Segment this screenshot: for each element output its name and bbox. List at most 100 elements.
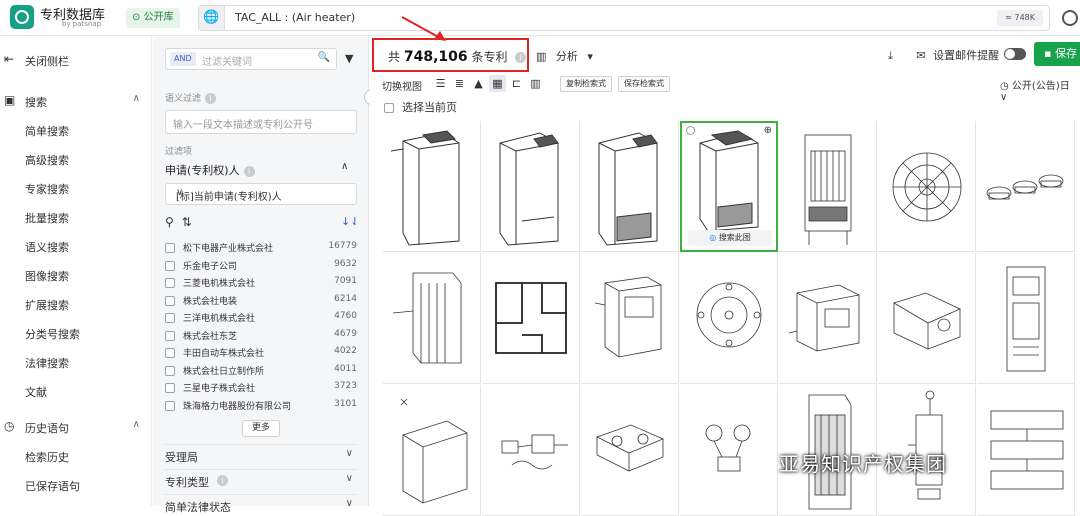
nav-item-saved-queries[interactable]: 已保存语句	[0, 475, 152, 497]
checkbox[interactable]	[165, 348, 175, 358]
checkbox[interactable]	[165, 366, 175, 376]
list-view-icon[interactable]: ☰	[432, 75, 449, 92]
patent-image-card[interactable]	[779, 121, 877, 252]
nav-item-expert-search[interactable]: 专家搜索	[0, 178, 152, 200]
nav-item-legal-search[interactable]: 法律搜索	[0, 352, 152, 374]
nav-item-extended-search[interactable]: 扩展搜索	[0, 294, 152, 316]
patent-image-card[interactable]	[581, 253, 679, 384]
patent-image-card[interactable]	[482, 385, 580, 516]
nav-item-search-history[interactable]: 检索历史	[0, 446, 152, 468]
checkbox[interactable]	[165, 243, 175, 253]
save-button[interactable]: ▪ 保存	[1034, 42, 1080, 66]
checkbox[interactable]	[165, 383, 175, 393]
applicant-row[interactable]: 株式会社日立制作所 4011	[165, 363, 357, 380]
info-icon[interactable]: i	[515, 52, 527, 63]
public-database-button[interactable]: ⊙ 公开库	[126, 8, 180, 28]
applicant-type-select[interactable]: [标]当前申请(专利权)人 ∨	[165, 183, 357, 205]
query-search-box[interactable]: 🌐 TAC_ALL : (Air heater) ≈ 748K	[198, 5, 1050, 31]
nav-item-advanced-search[interactable]: 高级搜索	[0, 149, 152, 171]
patent-image-card-selected[interactable]: ⊕ ◎ 搜索此图	[680, 121, 778, 252]
patent-image-card[interactable]	[779, 253, 877, 384]
chart-view-icon[interactable]: ▥	[527, 75, 544, 92]
applicant-row[interactable]: 株式会社东芝 4679	[165, 328, 357, 345]
nav-item-image-search[interactable]: 图像搜索	[0, 265, 152, 287]
nav-section-history[interactable]: ◷ 历史语句 ∧	[0, 417, 152, 439]
chevron-up-icon[interactable]: ∧	[341, 161, 348, 172]
compact-view-icon[interactable]: ⊏	[508, 75, 525, 92]
globe-icon[interactable]: 🌐	[199, 6, 225, 30]
collapse-sidebar-button[interactable]: ⇤ 关闭侧栏	[0, 50, 152, 72]
patent-image-card[interactable]	[383, 253, 481, 384]
sort-descending-icon[interactable]: ↓⇃	[341, 215, 359, 228]
patent-image-card[interactable]	[977, 253, 1075, 384]
and-operator-tag[interactable]: AND	[170, 52, 196, 66]
filter-section-patent-type[interactable]: 专利类型 i ∨	[165, 469, 357, 489]
image-view-icon[interactable]: ▲	[470, 75, 487, 92]
patent-image-card[interactable]	[878, 121, 976, 252]
patent-image-card[interactable]	[482, 253, 580, 384]
table-view-icon[interactable]: ≣	[451, 75, 468, 92]
checkbox[interactable]	[165, 401, 175, 411]
zoom-in-icon[interactable]: ⊕	[764, 125, 772, 136]
applicant-row[interactable]: 乐金电子公司 9632	[165, 258, 357, 275]
sort-by-date-dropdown[interactable]: ◷ 公开(公告)日 ∨	[1000, 77, 1080, 103]
checkbox[interactable]	[384, 103, 394, 113]
checkbox[interactable]	[165, 278, 175, 288]
nav-item-classification-search[interactable]: 分类号搜索	[0, 323, 152, 345]
patent-image-card[interactable]	[482, 121, 580, 252]
applicant-filter-title[interactable]: 申请(专利权)人 i	[165, 162, 255, 178]
nav-item-batch-search[interactable]: 批量搜索	[0, 207, 152, 229]
air-purifier-drawing	[499, 132, 559, 246]
applicant-row[interactable]: 丰田自动车株式会社 4022	[165, 345, 357, 362]
user-icon[interactable]	[1062, 10, 1078, 26]
email-alert-toggle[interactable]	[1004, 48, 1026, 60]
sort-icon[interactable]: ⇅	[182, 215, 192, 229]
patent-image-card[interactable]	[878, 253, 976, 384]
query-text[interactable]: TAC_ALL : (Air heater)	[235, 11, 355, 24]
patent-image-card[interactable]	[581, 385, 679, 516]
analysis-dropdown[interactable]: ▥ 分析 ▾	[536, 48, 593, 64]
search-this-image-button[interactable]: ◎ 搜索此图	[688, 230, 772, 246]
semantic-filter-input[interactable]: 输入一段文本描述或专利公开号	[165, 110, 357, 134]
download-icon[interactable]: ⤓	[888, 49, 893, 62]
patent-image-card[interactable]	[977, 121, 1075, 252]
filter-section-office[interactable]: 受理局 ∨	[165, 444, 357, 464]
checkbox[interactable]	[165, 296, 175, 306]
nav-item-simple-search[interactable]: 简单搜索	[0, 120, 152, 142]
applicant-row[interactable]: 三洋电机株式会社 4760	[165, 310, 357, 327]
checkbox[interactable]	[165, 313, 175, 323]
select-current-page[interactable]: 选择当前页	[384, 99, 457, 115]
save-query-button[interactable]: 保存检索式	[618, 76, 670, 92]
patent-image-card[interactable]	[680, 253, 778, 384]
nav-item-literature[interactable]: 文献	[0, 381, 152, 403]
copy-query-button[interactable]: 复制检索式	[560, 76, 612, 92]
email-alert-label[interactable]: 设置邮件提醒	[933, 49, 999, 62]
checkbox[interactable]	[165, 261, 175, 271]
nav-section-search[interactable]: ▣ 搜索 ∧	[0, 91, 152, 113]
filter-funnel-icon[interactable]: ▼	[345, 52, 353, 65]
applicant-row[interactable]: 株式会社电装 6214	[165, 293, 357, 310]
patent-image-card[interactable]	[680, 385, 778, 516]
info-icon[interactable]: i	[217, 475, 228, 486]
patent-image-card[interactable]	[977, 385, 1075, 516]
patent-image-card[interactable]	[383, 121, 481, 252]
filter-section-legal-status[interactable]: 简单法律状态 ∨	[165, 494, 357, 514]
checkbox[interactable]	[165, 331, 175, 341]
applicant-row[interactable]: 松下电器产业株式会社 16779	[165, 240, 357, 257]
info-icon[interactable]: i	[205, 93, 217, 104]
nav-item-semantic-search[interactable]: 语义搜索	[0, 236, 152, 258]
more-applicants-button[interactable]: 更多	[242, 420, 280, 437]
patent-image-card[interactable]	[581, 121, 679, 252]
grid-view-icon[interactable]: ▦	[489, 75, 506, 92]
mail-icon[interactable]: ✉	[916, 49, 925, 62]
patent-image-card[interactable]	[383, 385, 481, 516]
applicant-row[interactable]: 三星电子株式会社 3723	[165, 380, 357, 397]
search-icon[interactable]: ⚲	[165, 215, 174, 229]
patsnap-logo-icon[interactable]	[10, 5, 34, 29]
select-circle-icon[interactable]	[686, 126, 695, 135]
keyword-filter-input[interactable]: AND 过滤关键词 🔍	[165, 48, 337, 70]
applicant-row[interactable]: 珠海格力电器股份有限公司 3101	[165, 398, 357, 415]
applicant-row[interactable]: 三菱电机株式会社 7091	[165, 275, 357, 292]
search-icon[interactable]: 🔍	[318, 52, 330, 63]
info-icon[interactable]: i	[243, 165, 255, 177]
